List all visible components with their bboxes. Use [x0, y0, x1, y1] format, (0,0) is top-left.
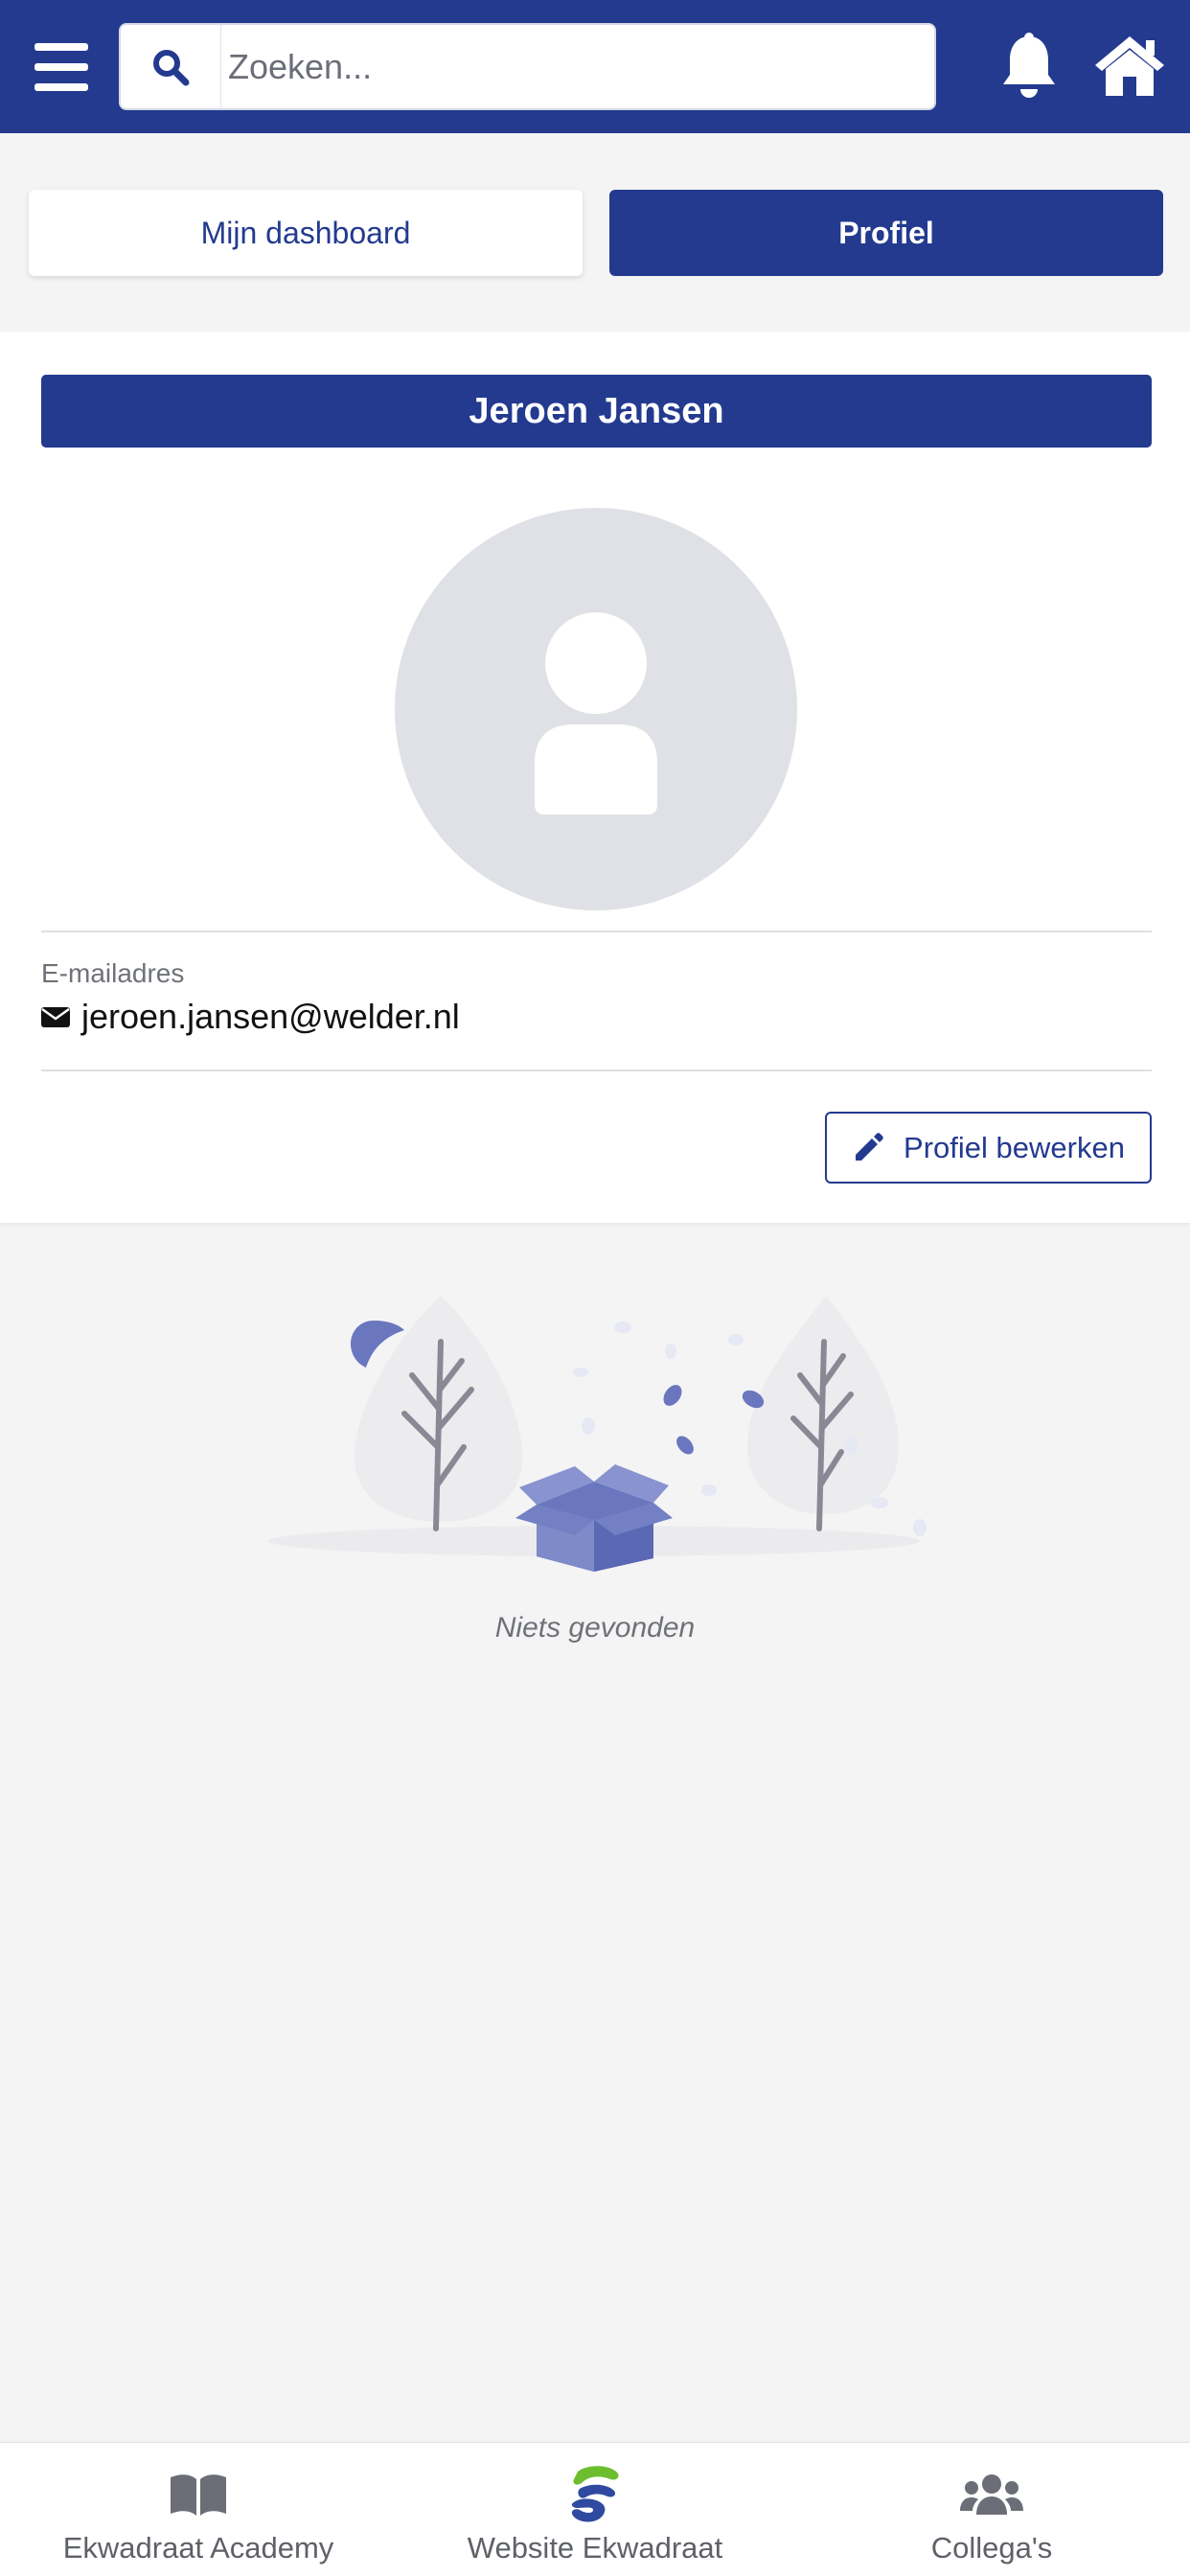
- email-value: jeroen.jansen@welder.nl: [81, 997, 460, 1036]
- empty-state-illustration: [259, 1284, 929, 1572]
- nav-item-collegas[interactable]: Collega's: [793, 2443, 1190, 2576]
- search-icon: [121, 25, 221, 108]
- nav-label: Collega's: [930, 2531, 1053, 2564]
- avatar: [395, 508, 797, 910]
- nav-label: Ekwadraat Academy: [62, 2531, 334, 2564]
- envelope-icon: [41, 1007, 70, 1027]
- empty-state-text: Niets gevonden: [494, 1612, 696, 1644]
- search-input[interactable]: [224, 25, 924, 108]
- edit-profile-button[interactable]: Profiel bewerken: [825, 1112, 1152, 1184]
- nav-item-ekwadraat-academy[interactable]: Ekwadraat Academy: [0, 2443, 397, 2576]
- divider: [41, 1070, 1152, 1071]
- tab-profiel[interactable]: Profiel: [609, 190, 1163, 276]
- nav-label: Website Ekwadraat: [467, 2531, 723, 2564]
- divider: [41, 931, 1152, 932]
- user-placeholder-icon: [535, 612, 657, 815]
- menu-icon[interactable]: [34, 43, 88, 91]
- home-icon[interactable]: [1092, 33, 1167, 100]
- users-icon: [793, 2466, 1190, 2523]
- nav-item-website-ekwadraat[interactable]: Website Ekwadraat: [397, 2443, 793, 2576]
- pencil-icon: [856, 1132, 883, 1161]
- profile-name: Jeroen Jansen: [41, 375, 1152, 448]
- email-label: E-mailadres: [41, 958, 185, 988]
- profile-card: Jeroen Jansen E-mailadres jeroen.jansen@…: [0, 332, 1190, 1223]
- top-bar: [0, 0, 1190, 133]
- edit-profile-label: Profiel bewerken: [904, 1130, 1125, 1164]
- tab-mijn-dashboard[interactable]: Mijn dashboard: [29, 190, 583, 276]
- email-row: jeroen.jansen@welder.nl: [41, 997, 460, 1037]
- book-icon: [0, 2466, 397, 2523]
- bottom-nav: Ekwadraat Academy Website Ekwadraat Coll…: [0, 2442, 1190, 2576]
- bell-icon[interactable]: [1000, 33, 1058, 100]
- search-box[interactable]: [119, 23, 936, 110]
- tab-bar: Mijn dashboard Profiel: [0, 133, 1190, 332]
- ekwadraat-logo-icon: [397, 2466, 793, 2523]
